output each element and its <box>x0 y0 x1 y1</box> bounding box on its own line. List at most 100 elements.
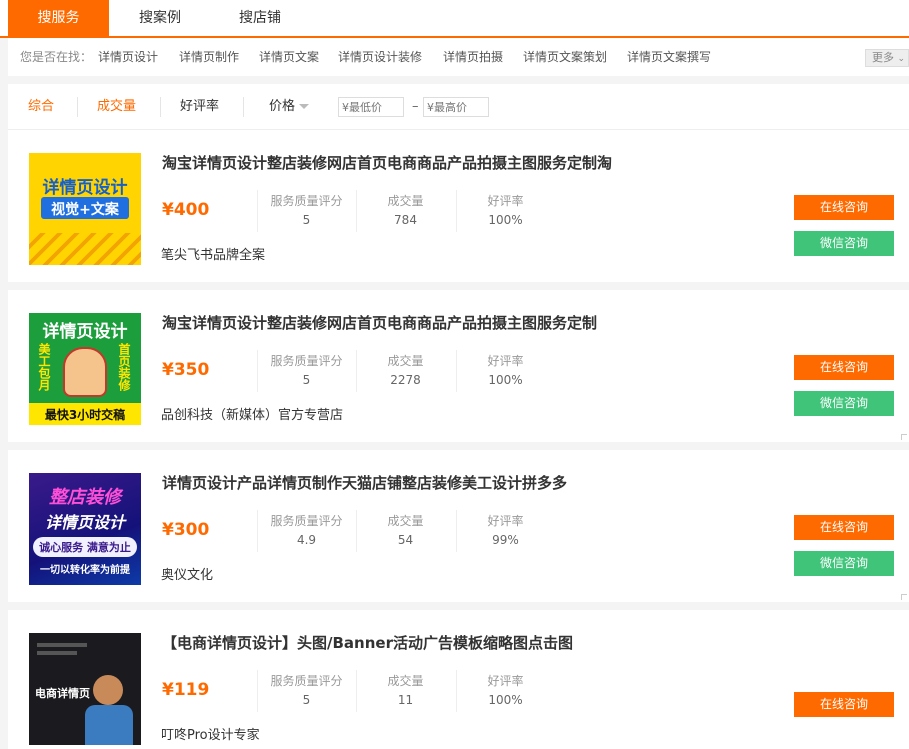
sort-sales[interactable]: 成交量 <box>97 84 136 130</box>
stat-label: 服务质量评分 <box>270 194 343 208</box>
service-title[interactable]: 淘宝详情页设计整店装修网店首页电商商品产品拍摄主图服务定制 <box>162 312 597 333</box>
shop-name[interactable]: 奥仪文化 <box>161 564 213 583</box>
shop-name[interactable]: 笔尖飞书品牌全案 <box>161 244 265 263</box>
online-consult-button[interactable]: 在线咨询 <box>794 692 894 717</box>
stat-label: 服务质量评分 <box>270 674 343 688</box>
max-price-input[interactable] <box>423 97 489 117</box>
thumb-decoration <box>37 643 87 647</box>
stat-value: 11 <box>397 693 414 707</box>
stat-value: 54 <box>397 533 414 547</box>
thumb-text: 诚心服务 满意为止 <box>39 541 131 554</box>
stat-value: 100% <box>488 693 523 707</box>
service-card: 详情页设计 美工包月 首页装修 最快3小时交稿 淘宝详情页设计整店装修网店首页电… <box>8 290 909 442</box>
divider <box>243 97 244 117</box>
stat-label: 好评率 <box>487 194 524 208</box>
thumb-text: 美工包月 <box>37 343 51 391</box>
stat-label: 好评率 <box>487 354 524 368</box>
thumb-text: 详情页设计 <box>44 513 125 532</box>
service-title[interactable]: 【电商详情页设计】头图/Banner活动广告模板缩略图点击图 <box>162 632 573 653</box>
stat-value: 5 <box>302 373 311 387</box>
related-search-link[interactable]: 详情页文案策划 <box>523 38 607 76</box>
related-search-link[interactable]: 详情页文案 <box>259 38 319 76</box>
stat-label: 成交量 <box>387 194 424 208</box>
service-price: ¥300 <box>162 520 210 540</box>
sort-price[interactable]: 价格 <box>269 84 310 130</box>
divider <box>77 97 78 117</box>
online-consult-button[interactable]: 在线咨询 <box>794 355 894 380</box>
min-price-input[interactable] <box>338 97 404 117</box>
stat-label: 服务质量评分 <box>270 514 343 528</box>
service-card: 整店装修 详情页设计 诚心服务 满意为止 一切以转化率为前提 详情页设计产品详情… <box>8 450 909 602</box>
stat-label: 好评率 <box>487 674 524 688</box>
stat-label: 成交量 <box>387 674 424 688</box>
quality-score: 服务质量评分 4.9 <box>257 510 355 552</box>
service-card: 详情页设计 视觉+文案 淘宝详情页设计整店装修网店首页电商商品产品拍摄主图服务定… <box>8 130 909 282</box>
sales-count: 成交量 784 <box>356 190 454 232</box>
search-type-tabs: 搜服务 搜案例 搜店铺 <box>0 0 909 38</box>
service-thumbnail[interactable]: 详情页设计 美工包月 首页装修 最快3小时交稿 <box>29 313 141 425</box>
service-thumbnail[interactable]: 电商详情页 <box>29 633 141 745</box>
person-figure <box>85 705 133 745</box>
stripes-decoration <box>29 233 141 265</box>
avatar <box>93 675 123 705</box>
stat-label: 好评率 <box>487 514 524 528</box>
chevron-down-icon: ⌄ <box>897 54 906 64</box>
related-search-link[interactable]: 详情页拍摄 <box>443 38 503 76</box>
service-card: 电商详情页 【电商详情页设计】头图/Banner活动广告模板缩略图点击图 ¥11… <box>8 610 909 749</box>
wechat-consult-button[interactable]: 微信咨询 <box>794 231 894 256</box>
mascot-face-icon <box>63 347 107 397</box>
shop-name[interactable]: 品创科技（新媒体）官方专营店 <box>161 404 343 423</box>
stat-value: 5 <box>302 213 311 227</box>
stat-label: 成交量 <box>387 514 424 528</box>
corner-mark-icon <box>901 594 907 600</box>
rating-rate: 好评率 100% <box>456 670 554 712</box>
thumb-text: 电商详情页 <box>35 687 90 700</box>
wechat-consult-button[interactable]: 微信咨询 <box>794 391 894 416</box>
rating-rate: 好评率 99% <box>456 510 554 552</box>
thumb-text: 最快3小时交稿 <box>44 408 126 422</box>
divider <box>160 97 161 117</box>
sales-count: 成交量 54 <box>356 510 454 552</box>
sort-default[interactable]: 综合 <box>28 84 54 130</box>
thumb-text: 详情页设计 <box>42 322 128 342</box>
service-thumbnail[interactable]: 详情页设计 视觉+文案 <box>29 153 141 265</box>
service-price: ¥119 <box>162 680 210 700</box>
stat-value: 4.9 <box>296 533 317 547</box>
thumb-text: 一切以转化率为前提 <box>40 565 130 576</box>
thumb-text: 详情页设计 <box>42 178 128 198</box>
thumb-decoration <box>37 651 77 655</box>
shop-name[interactable]: 叮咚Pro设计专家 <box>161 724 260 743</box>
sort-filter-bar: 综合 成交量 好评率 价格 – <box>8 84 909 130</box>
related-search-prefix: 您是否在找： <box>20 50 93 64</box>
online-consult-button[interactable]: 在线咨询 <box>794 195 894 220</box>
related-search-link[interactable]: 详情页设计装修 <box>338 38 422 76</box>
thumb-text: 整店装修 <box>49 487 121 508</box>
stat-value: 2278 <box>390 373 421 387</box>
service-title[interactable]: 详情页设计产品详情页制作天猫店铺整店装修美工设计拼多多 <box>162 472 567 493</box>
related-search-bar: 您是否在找： 详情页设计 详情页制作 详情页文案 详情页设计装修 详情页拍摄 详… <box>8 38 909 76</box>
caret-down-icon <box>299 104 310 109</box>
stat-value: 784 <box>394 213 417 227</box>
thumb-text: 首页装修 <box>117 343 131 391</box>
tab-search-services[interactable]: 搜服务 <box>8 0 109 36</box>
service-price: ¥400 <box>162 200 210 220</box>
wechat-consult-button[interactable]: 微信咨询 <box>794 551 894 576</box>
sort-price-label: 价格 <box>269 99 296 114</box>
sort-rating[interactable]: 好评率 <box>180 84 219 130</box>
more-label: 更多 <box>872 51 894 64</box>
stat-value: 5 <box>302 693 311 707</box>
tab-search-shops[interactable]: 搜店铺 <box>220 0 300 36</box>
quality-score: 服务质量评分 5 <box>257 670 355 712</box>
related-search-link[interactable]: 详情页文案撰写 <box>627 38 711 76</box>
related-search-link[interactable]: 详情页制作 <box>179 38 239 76</box>
more-button[interactable]: 更多 ⌄ <box>865 49 909 67</box>
stat-label: 服务质量评分 <box>270 354 343 368</box>
online-consult-button[interactable]: 在线咨询 <box>794 515 894 540</box>
thumb-text: 视觉+文案 <box>51 202 119 218</box>
quality-score: 服务质量评分 5 <box>257 350 355 392</box>
related-search-link[interactable]: 详情页设计 <box>98 38 158 76</box>
tab-search-cases[interactable]: 搜案例 <box>120 0 200 36</box>
service-thumbnail[interactable]: 整店装修 详情页设计 诚心服务 满意为止 一切以转化率为前提 <box>29 473 141 585</box>
quality-score: 服务质量评分 5 <box>257 190 355 232</box>
service-title[interactable]: 淘宝详情页设计整店装修网店首页电商商品产品拍摄主图服务定制淘 <box>162 152 612 173</box>
